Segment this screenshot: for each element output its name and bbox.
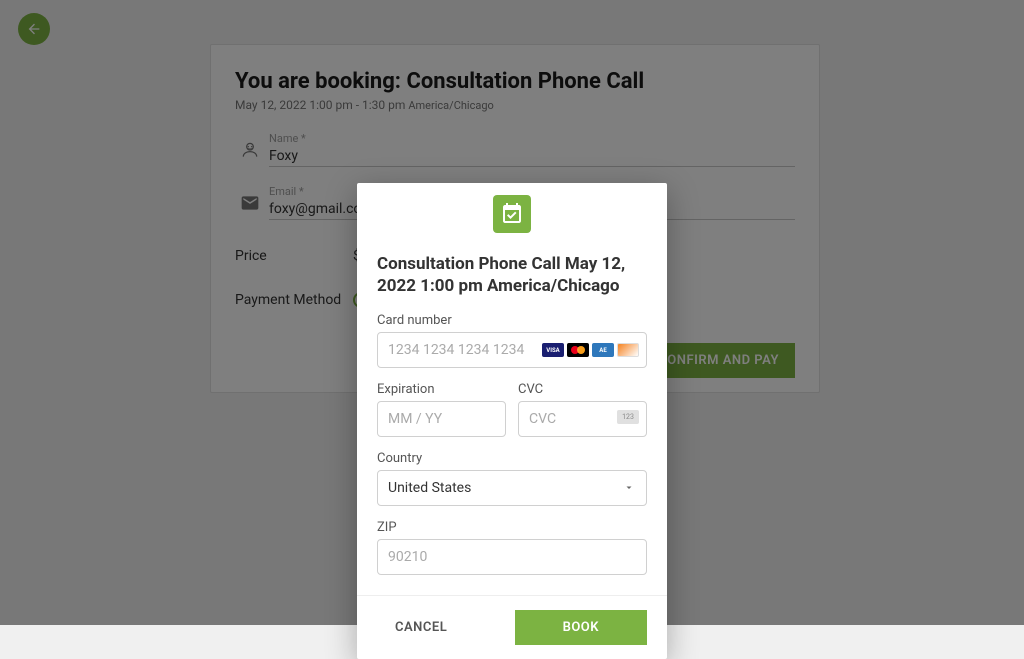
- discover-icon: [617, 343, 639, 357]
- card-number-label: Card number: [377, 313, 647, 328]
- cvc-label: CVC: [518, 382, 647, 397]
- zip-label: ZIP: [377, 520, 647, 535]
- calendar-check-icon: [493, 195, 531, 233]
- visa-icon: VISA: [542, 343, 564, 357]
- cvc-card-icon: 123: [617, 410, 639, 424]
- book-button[interactable]: BOOK: [515, 610, 647, 645]
- country-label: Country: [377, 451, 647, 466]
- cancel-button[interactable]: CANCEL: [377, 610, 465, 645]
- amex-icon: AE: [592, 343, 614, 357]
- payment-modal: Consultation Phone Call May 12, 2022 1:0…: [357, 183, 667, 659]
- modal-title: Consultation Phone Call May 12, 2022 1:0…: [377, 253, 647, 297]
- expiration-input[interactable]: [377, 401, 506, 437]
- country-select[interactable]: United States: [377, 470, 647, 506]
- expiration-label: Expiration: [377, 382, 506, 397]
- zip-input[interactable]: [377, 539, 647, 575]
- mastercard-icon: [567, 343, 589, 357]
- card-brands: VISA AE: [542, 343, 639, 357]
